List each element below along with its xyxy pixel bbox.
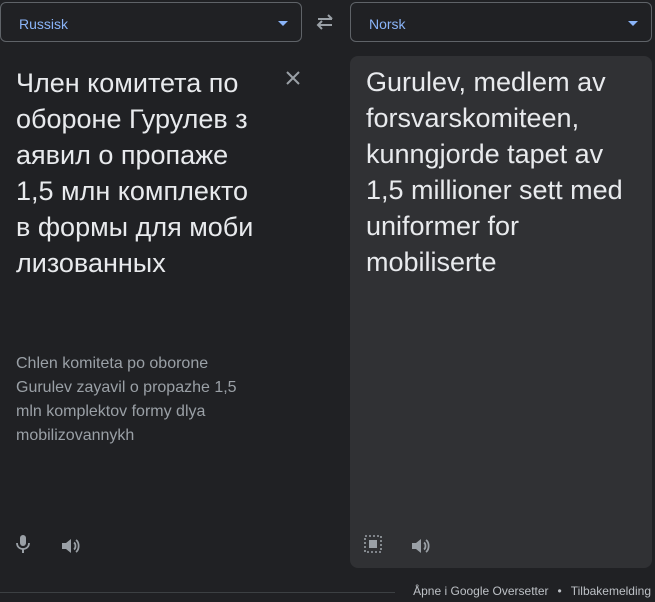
microphone-button[interactable] (11, 532, 35, 556)
target-panel: Gurulev, medlem av forsvarskomiteen, kun… (350, 56, 652, 568)
speaker-icon (62, 539, 80, 553)
listen-translation-button[interactable] (409, 534, 433, 558)
translate-widget: Russisk Norsk Член комитета по обороне Г… (0, 0, 655, 602)
microphone-icon (16, 535, 30, 553)
target-language-label: Norsk (369, 16, 406, 32)
footer: Åpne i Google Oversetter • Tilbakemelding (413, 584, 651, 598)
source-panel: Член комитета по обороне Гурулев заявил … (0, 56, 343, 568)
chevron-down-icon (278, 21, 288, 26)
target-language-select[interactable]: Norsk (350, 2, 652, 42)
footer-separator: • (557, 584, 562, 598)
close-icon (286, 71, 300, 85)
chevron-down-icon (628, 21, 638, 26)
speaker-icon (412, 539, 430, 553)
translation-text: Gurulev, medlem av forsvarskomiteen, kun… (366, 67, 623, 277)
source-transliteration: Chlen komiteta po oborone Gurulev zayavi… (16, 355, 237, 444)
source-language-select[interactable]: Russisk (0, 2, 302, 42)
swap-languages-icon (316, 14, 333, 30)
source-language-label: Russisk (19, 16, 69, 32)
swap-languages-button[interactable] (313, 12, 337, 32)
select-text-button[interactable] (361, 532, 385, 556)
footer-divider (0, 592, 395, 593)
select-text-icon (364, 535, 382, 553)
clear-source-button[interactable] (283, 68, 303, 88)
source-text-input[interactable]: Член комитета по обороне Гурулев заявил … (16, 65, 256, 281)
feedback-link[interactable]: Tilbakemelding (571, 584, 651, 598)
open-in-google-translate-link[interactable]: Åpne i Google Oversetter (413, 584, 548, 598)
listen-source-button[interactable] (59, 534, 83, 558)
